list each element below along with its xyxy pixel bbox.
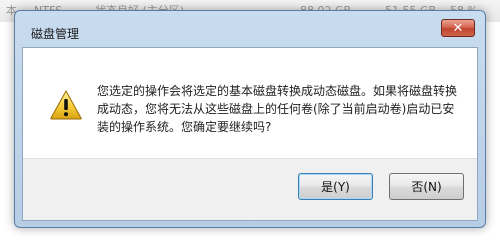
- no-button-label: 否(N): [411, 180, 442, 194]
- dialog-content: 您选定的操作会将选定的基本磁盘转换成动态磁盘。如果将磁盘转换成动态，您将无法从这…: [23, 48, 477, 160]
- yes-button-label: 是(Y): [321, 180, 350, 194]
- dialog-client-area: 您选定的操作会将选定的基本磁盘转换成动态磁盘。如果将磁盘转换成动态，您将无法从这…: [22, 47, 478, 221]
- yes-button[interactable]: 是(Y): [298, 173, 373, 200]
- dialog-button-bar: 是(Y) 否(N): [23, 158, 477, 220]
- disk-management-dialog: 磁盘管理 ✕ 您选定的操作会将选定的基本磁盘转换成动态磁盘。如果将磁盘转换成动态…: [14, 10, 486, 228]
- dialog-message: 您选定的操作会将选定的基本磁盘转换成动态磁盘。如果将磁盘转换成动态，您将无法从这…: [97, 84, 458, 134]
- warning-icon: [50, 90, 82, 120]
- no-button[interactable]: 否(N): [389, 173, 464, 200]
- dialog-title: 磁盘管理: [31, 27, 80, 41]
- dialog-titlebar[interactable]: 磁盘管理 ✕: [15, 11, 485, 47]
- close-icon: ✕: [452, 20, 464, 36]
- close-button[interactable]: ✕: [441, 19, 475, 37]
